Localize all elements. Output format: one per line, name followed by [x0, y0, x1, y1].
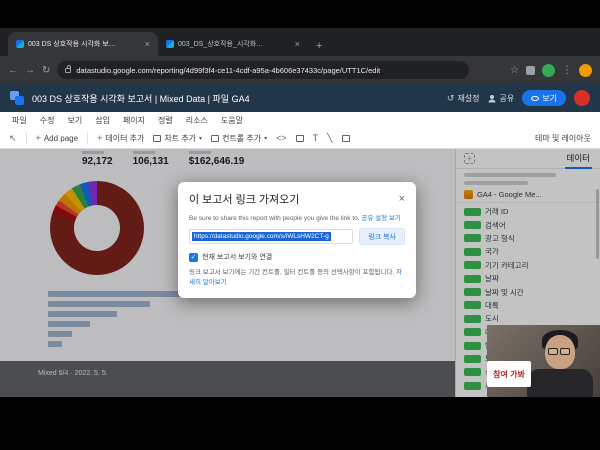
get-report-link-dialog: 이 보고서 링크 가져오기 × Be sure to share this re…: [178, 182, 416, 298]
line-icon[interactable]: ╲: [327, 133, 332, 144]
toolbar-divider: [87, 132, 88, 144]
share-button[interactable]: 공유: [488, 93, 515, 104]
menu-page[interactable]: 페이지: [123, 115, 145, 126]
menu-edit[interactable]: 수정: [40, 115, 55, 126]
link-to-current-view-checkbox[interactable]: ✓: [189, 253, 198, 262]
embed-code-icon[interactable]: <>: [276, 133, 287, 143]
reset-icon: ↺: [447, 93, 455, 104]
person-add-icon: [488, 94, 497, 103]
menu-bar: 파일 수정 보기 삽입 페이지 정렬 리소스 도움말: [0, 112, 600, 128]
dialog-subtitle: Be sure to share this report with people…: [189, 215, 360, 222]
browser-tabbar: 003 DS 상호작용 시각화 보… × 003_DS_상호작용_시각화… × …: [0, 28, 600, 56]
add-control-label: 컨트롤 추가: [222, 133, 261, 144]
presenter-torso: [527, 369, 593, 397]
browser-addressbar: ← → ↻ datastudio.google.com/reporting/4d…: [0, 56, 600, 84]
refresh-icon[interactable]: ↻: [42, 65, 50, 76]
webcam-overlay: 참여 가봐: [487, 325, 600, 397]
chevron-down-icon: ▾: [199, 135, 202, 142]
tab-label: 003_DS_상호작용_시각화…: [178, 39, 263, 49]
add-control-button[interactable]: 컨트롤 추가 ▾: [211, 133, 267, 144]
dialog-title: 이 보고서 링크 가져오기: [189, 191, 299, 207]
extensions-icon[interactable]: [526, 66, 535, 75]
tab-favicon: [16, 40, 24, 48]
report-title: 003 DS 상호작용 시각화 보고서 | Mixed Data | 파일 GA…: [32, 92, 250, 105]
dialog-note: 링크 보고서 보기에는 기간 컨트롤, 필터 컨트롤 등의 선택사항이 포함됩니…: [189, 269, 394, 276]
profile-avatar[interactable]: [542, 64, 555, 77]
menu-resource[interactable]: 리소스: [186, 115, 208, 126]
reset-label: 재설정: [457, 93, 479, 104]
app-header: 003 DS 상호작용 시각화 보고서 | Mixed Data | 파일 GA…: [0, 84, 600, 112]
edit-toolbar: ↖ + Add page + 데이터 추가 차트 추가 ▾ 컨트롤 추가 ▾ <…: [0, 128, 600, 149]
cursor-icon[interactable]: ↖: [9, 133, 17, 144]
menu-view[interactable]: 보기: [67, 115, 82, 126]
menu-arrange[interactable]: 정렬: [158, 115, 173, 126]
menu-insert[interactable]: 삽입: [95, 115, 110, 126]
tab-label: 003 DS 상호작용 시각화 보…: [28, 39, 116, 49]
add-data-button[interactable]: + 데이터 추가: [97, 133, 144, 144]
forward-icon[interactable]: →: [25, 65, 35, 76]
chevron-down-icon: ▾: [264, 135, 267, 142]
menu-file[interactable]: 파일: [12, 115, 27, 126]
user-avatar[interactable]: [574, 90, 590, 106]
shape-icon[interactable]: [342, 135, 350, 142]
back-icon[interactable]: ←: [8, 65, 18, 76]
theme-layout-button[interactable]: 테마 및 레이아웃: [535, 133, 591, 144]
toolbar-divider: [26, 132, 27, 144]
add-page-button[interactable]: + Add page: [36, 133, 79, 143]
tab-close-icon[interactable]: ×: [145, 39, 150, 49]
checkbox-label: 현재 보고서 보기와 연결: [202, 252, 272, 262]
sharing-settings-link[interactable]: 공유 설정 보기: [361, 215, 401, 222]
close-icon[interactable]: ×: [399, 193, 405, 205]
browser-menu-icon[interactable]: ⋮: [562, 65, 572, 76]
datastudio-logo-icon[interactable]: [10, 91, 24, 105]
account-avatar[interactable]: [579, 64, 592, 77]
browser-actions: ☆ ⋮: [510, 64, 592, 77]
plus-icon: +: [36, 133, 41, 143]
presenter-glasses: [548, 348, 570, 355]
menu-help[interactable]: 도움말: [221, 115, 243, 126]
view-label: 보기: [542, 93, 557, 104]
text-icon[interactable]: T: [313, 133, 319, 143]
url-bar[interactable]: datastudio.google.com/reporting/4d99f3f4…: [57, 61, 469, 79]
new-tab-button[interactable]: +: [316, 40, 322, 52]
browser-tab-2[interactable]: 003_DS_상호작용_시각화… ×: [158, 32, 308, 56]
video-frame: 003 DS 상호작용 시각화 보… × 003_DS_상호작용_시각화… × …: [0, 0, 600, 450]
add-page-label: Add page: [44, 134, 78, 143]
reset-button[interactable]: ↺ 재설정: [447, 93, 480, 104]
add-chart-button[interactable]: 차트 추가 ▾: [153, 133, 202, 144]
url-text: datastudio.google.com/reporting/4d99f3f4…: [76, 66, 380, 75]
control-icon: [211, 135, 219, 142]
view-button[interactable]: 보기: [522, 90, 566, 106]
lock-icon: [65, 68, 71, 73]
browser-tab-1[interactable]: 003 DS 상호작용 시각화 보… ×: [8, 32, 158, 56]
add-chart-label: 차트 추가: [164, 133, 196, 144]
image-icon[interactable]: [296, 135, 304, 142]
share-label: 공유: [500, 93, 515, 104]
eye-icon: [531, 96, 539, 101]
bookmark-star-icon[interactable]: ☆: [510, 65, 519, 76]
plus-icon: +: [97, 133, 102, 143]
report-link-selected-text: https://datastudio.google.com/s/iWLsHW2C…: [192, 232, 331, 241]
add-data-label: 데이터 추가: [105, 133, 144, 144]
chart-icon: [153, 135, 161, 142]
tab-favicon: [166, 40, 174, 48]
report-link-input[interactable]: https://datastudio.google.com/s/iWLsHW2C…: [189, 229, 353, 244]
copy-link-button[interactable]: 링크 복사: [359, 228, 405, 245]
tab-close-icon[interactable]: ×: [295, 39, 300, 49]
webcam-caption: 참여 가봐: [487, 361, 531, 387]
